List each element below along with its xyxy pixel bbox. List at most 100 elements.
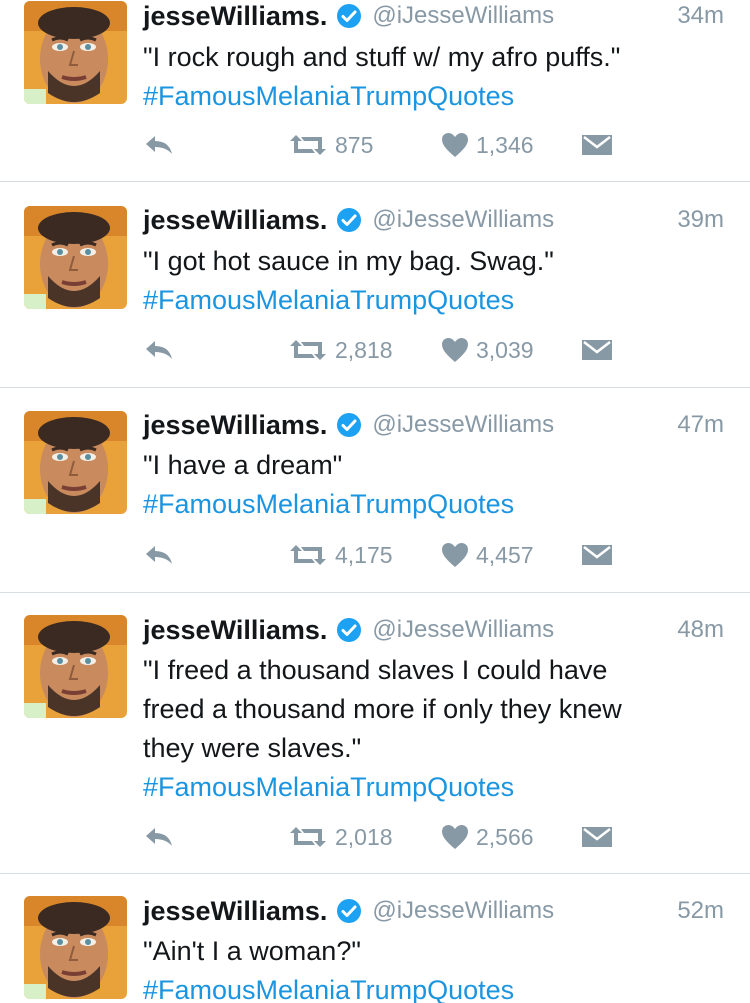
like-button[interactable]: 3,039 xyxy=(441,334,534,366)
tweet-text-line: "Ain't I a woman?" xyxy=(143,936,361,966)
retweet-button[interactable]: 2,818 xyxy=(288,334,393,366)
like-count: 2,566 xyxy=(476,823,534,850)
retweet-button[interactable]: 4,175 xyxy=(288,539,393,571)
tweet-text-line: "I rock rough and stuff w/ my afro puffs… xyxy=(143,42,621,72)
direct-message-button[interactable] xyxy=(581,129,613,161)
direct-message-button[interactable] xyxy=(581,334,613,366)
tweet-actions: 875 1,346 xyxy=(143,129,623,161)
envelope-icon xyxy=(582,545,612,565)
verified-badge-icon xyxy=(336,412,362,438)
avatar-image xyxy=(24,411,127,514)
reply-button[interactable] xyxy=(143,821,175,853)
tweet[interactable]: jesseWilliams. @iJesseWilliams 34m "I ro… xyxy=(0,0,750,182)
avatar[interactable] xyxy=(24,206,127,309)
tweet-header: jesseWilliams. @iJesseWilliams 52m xyxy=(143,895,724,927)
user-handle[interactable]: @iJesseWilliams xyxy=(372,616,554,644)
envelope-icon xyxy=(582,340,612,360)
avatar[interactable] xyxy=(24,1,127,104)
tweet-header: jesseWilliams. @iJesseWilliams 34m xyxy=(143,0,724,32)
tweet-text: "I freed a thousand slaves I could have … xyxy=(143,651,720,807)
user-handle[interactable]: @iJesseWilliams xyxy=(372,411,554,439)
avatar[interactable] xyxy=(24,411,127,514)
reply-icon xyxy=(146,136,172,154)
retweet-icon xyxy=(290,340,326,360)
like-count: 1,346 xyxy=(476,131,534,158)
verified-badge-icon xyxy=(336,898,362,924)
user-name[interactable]: jesseWilliams. xyxy=(143,1,327,32)
reply-icon xyxy=(146,546,172,564)
hashtag-link[interactable]: #FamousMelaniaTrumpQuotes xyxy=(143,77,720,116)
avatar[interactable] xyxy=(24,615,127,718)
tweet-text-line: "I have a dream" xyxy=(143,450,343,480)
tweet-actions: 2,818 3,039 xyxy=(143,334,623,366)
user-handle[interactable]: @iJesseWilliams xyxy=(372,2,554,30)
envelope-icon xyxy=(582,135,612,155)
heart-icon xyxy=(442,133,468,157)
timestamp[interactable]: 52m xyxy=(677,897,724,925)
tweet-text: "I have a dream" #FamousMelaniaTrumpQuot… xyxy=(143,446,720,524)
user-name[interactable]: jesseWilliams. xyxy=(143,205,327,236)
retweet-count: 4,175 xyxy=(335,541,393,568)
direct-message-button[interactable] xyxy=(581,539,613,571)
tweet[interactable]: jesseWilliams. @iJesseWilliams 47m "I ha… xyxy=(0,389,750,593)
tweet[interactable]: jesseWilliams. @iJesseWilliams 39m "I go… xyxy=(0,183,750,388)
avatar[interactable] xyxy=(24,896,127,999)
timestamp[interactable]: 48m xyxy=(677,616,724,644)
heart-icon xyxy=(442,543,468,567)
tweet-header: jesseWilliams. @iJesseWilliams 39m xyxy=(143,204,724,236)
reply-button[interactable] xyxy=(143,129,175,161)
tweet-text: "I rock rough and stuff w/ my afro puffs… xyxy=(143,38,720,116)
tweet-text-line: "I freed a thousand slaves I could have xyxy=(143,655,608,685)
verified-badge-icon xyxy=(336,207,362,233)
retweet-count: 2,818 xyxy=(335,336,393,363)
tweet-text-line: freed a thousand more if only they knew xyxy=(143,694,622,724)
hashtag-link[interactable]: #FamousMelaniaTrumpQuotes xyxy=(143,971,720,1003)
tweet-actions: 4,175 4,457 xyxy=(143,539,623,571)
user-name[interactable]: jesseWilliams. xyxy=(143,410,327,441)
verified-badge-icon xyxy=(336,3,362,29)
retweet-button[interactable]: 2,018 xyxy=(288,821,393,853)
avatar-image xyxy=(24,615,127,718)
avatar-image xyxy=(24,1,127,104)
retweet-icon xyxy=(290,135,326,155)
user-handle[interactable]: @iJesseWilliams xyxy=(372,897,554,925)
tweet[interactable]: jesseWilliams. @iJesseWilliams 52m "Ain'… xyxy=(0,875,750,1003)
like-button[interactable]: 4,457 xyxy=(441,539,534,571)
reply-button[interactable] xyxy=(143,334,175,366)
tweet-text-line: "I got hot sauce in my bag. Swag." xyxy=(143,246,554,276)
tweet-header: jesseWilliams. @iJesseWilliams 47m xyxy=(143,409,724,441)
direct-message-button[interactable] xyxy=(581,821,613,853)
hashtag-link[interactable]: #FamousMelaniaTrumpQuotes xyxy=(143,768,720,807)
retweet-icon xyxy=(290,545,326,565)
user-name[interactable]: jesseWilliams. xyxy=(143,896,327,927)
heart-icon xyxy=(442,825,468,849)
verified-badge-icon xyxy=(336,617,362,643)
retweet-icon xyxy=(290,827,326,847)
tweet-text: "I got hot sauce in my bag. Swag." #Famo… xyxy=(143,242,720,320)
like-button[interactable]: 2,566 xyxy=(441,821,534,853)
reply-button[interactable] xyxy=(143,539,175,571)
like-button[interactable]: 1,346 xyxy=(441,129,534,161)
envelope-icon xyxy=(582,827,612,847)
retweet-button[interactable]: 875 xyxy=(288,129,373,161)
tweet-text-line: they were slaves." xyxy=(143,733,362,763)
avatar-image xyxy=(24,896,127,999)
like-count: 4,457 xyxy=(476,541,534,568)
like-count: 3,039 xyxy=(476,336,534,363)
avatar-image xyxy=(24,206,127,309)
user-handle[interactable]: @iJesseWilliams xyxy=(372,206,554,234)
user-name[interactable]: jesseWilliams. xyxy=(143,615,327,646)
retweet-count: 875 xyxy=(335,131,374,158)
tweet-actions: 2,018 2,566 xyxy=(143,821,623,853)
hashtag-link[interactable]: #FamousMelaniaTrumpQuotes xyxy=(143,281,720,320)
reply-icon xyxy=(146,828,172,846)
hashtag-link[interactable]: #FamousMelaniaTrumpQuotes xyxy=(143,485,720,524)
reply-icon xyxy=(146,341,172,359)
retweet-count: 2,018 xyxy=(335,823,393,850)
timestamp[interactable]: 39m xyxy=(677,206,724,234)
timestamp[interactable]: 47m xyxy=(677,411,724,439)
timestamp[interactable]: 34m xyxy=(677,2,724,30)
tweet-timeline: jesseWilliams. @iJesseWilliams 34m "I ro… xyxy=(0,0,750,1003)
tweet-header: jesseWilliams. @iJesseWilliams 48m xyxy=(143,614,724,646)
tweet[interactable]: jesseWilliams. @iJesseWilliams 48m "I fr… xyxy=(0,594,750,874)
